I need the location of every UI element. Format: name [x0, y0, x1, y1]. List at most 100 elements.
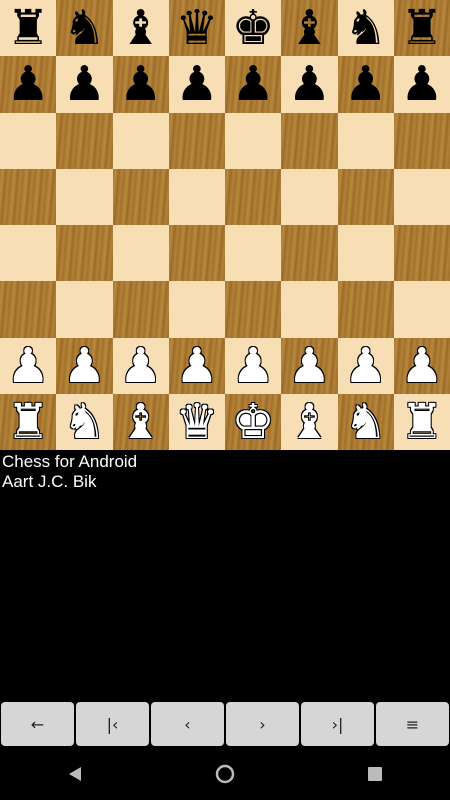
square-g6[interactable]: [337, 112, 394, 169]
square-b2[interactable]: ♟: [56, 337, 113, 394]
square-h2[interactable]: ♟: [393, 337, 450, 394]
black-rook-icon[interactable]: ♜: [400, 4, 443, 52]
square-b3[interactable]: [56, 281, 113, 338]
nav-back-button[interactable]: [55, 754, 95, 794]
white-queen-icon[interactable]: ♛: [175, 398, 218, 446]
black-knight-icon[interactable]: ♞: [344, 4, 387, 52]
square-c7[interactable]: ♟: [112, 56, 169, 113]
black-pawn-icon[interactable]: ♟: [119, 60, 162, 108]
white-knight-icon[interactable]: ♞: [63, 398, 106, 446]
square-d2[interactable]: ♟: [168, 337, 225, 394]
black-pawn-icon[interactable]: ♟: [7, 60, 50, 108]
square-g7[interactable]: ♟: [337, 56, 394, 113]
square-c4[interactable]: [112, 225, 169, 282]
white-king-icon[interactable]: ♚: [232, 398, 275, 446]
square-h8[interactable]: ♜: [393, 0, 450, 57]
white-pawn-icon[interactable]: ♟: [288, 342, 331, 390]
white-pawn-icon[interactable]: ♟: [344, 342, 387, 390]
square-h5[interactable]: [393, 168, 450, 225]
square-e6[interactable]: [225, 112, 282, 169]
square-d3[interactable]: [168, 281, 225, 338]
square-g2[interactable]: ♟: [337, 337, 394, 394]
first-move-button[interactable]: |‹: [76, 702, 149, 746]
square-d1[interactable]: ♛: [168, 393, 225, 450]
square-g3[interactable]: [337, 281, 394, 338]
square-f1[interactable]: ♝: [281, 393, 338, 450]
square-a6[interactable]: [0, 112, 57, 169]
square-a8[interactable]: ♜: [0, 0, 57, 57]
square-f3[interactable]: [281, 281, 338, 338]
square-b6[interactable]: [56, 112, 113, 169]
square-g4[interactable]: [337, 225, 394, 282]
black-queen-icon[interactable]: ♛: [175, 4, 218, 52]
square-h1[interactable]: ♜: [393, 393, 450, 450]
black-king-icon[interactable]: ♚: [232, 4, 275, 52]
black-bishop-icon[interactable]: ♝: [119, 4, 162, 52]
square-a3[interactable]: [0, 281, 57, 338]
white-bishop-icon[interactable]: ♝: [288, 398, 331, 446]
white-pawn-icon[interactable]: ♟: [7, 342, 50, 390]
square-e7[interactable]: ♟: [225, 56, 282, 113]
square-h4[interactable]: [393, 225, 450, 282]
back-arrow-button[interactable]: ←: [1, 702, 74, 746]
white-rook-icon[interactable]: ♜: [7, 398, 50, 446]
square-f4[interactable]: [281, 225, 338, 282]
white-pawn-icon[interactable]: ♟: [175, 342, 218, 390]
square-f2[interactable]: ♟: [281, 337, 338, 394]
nav-home-button[interactable]: [205, 754, 245, 794]
square-c8[interactable]: ♝: [112, 0, 169, 57]
black-rook-icon[interactable]: ♜: [7, 4, 50, 52]
square-b7[interactable]: ♟: [56, 56, 113, 113]
square-a2[interactable]: ♟: [0, 337, 57, 394]
white-pawn-icon[interactable]: ♟: [400, 342, 443, 390]
square-g1[interactable]: ♞: [337, 393, 394, 450]
nav-recents-button[interactable]: [355, 754, 395, 794]
white-rook-icon[interactable]: ♜: [400, 398, 443, 446]
black-bishop-icon[interactable]: ♝: [288, 4, 331, 52]
square-e8[interactable]: ♚: [225, 0, 282, 57]
black-pawn-icon[interactable]: ♟: [400, 60, 443, 108]
square-c1[interactable]: ♝: [112, 393, 169, 450]
square-g8[interactable]: ♞: [337, 0, 394, 57]
square-e3[interactable]: [225, 281, 282, 338]
square-f6[interactable]: [281, 112, 338, 169]
white-pawn-icon[interactable]: ♟: [119, 342, 162, 390]
square-a1[interactable]: ♜: [0, 393, 57, 450]
square-g5[interactable]: [337, 168, 394, 225]
square-e2[interactable]: ♟: [225, 337, 282, 394]
square-f7[interactable]: ♟: [281, 56, 338, 113]
black-pawn-icon[interactable]: ♟: [344, 60, 387, 108]
square-f8[interactable]: ♝: [281, 0, 338, 57]
white-pawn-icon[interactable]: ♟: [232, 342, 275, 390]
menu-button[interactable]: ≡: [376, 702, 449, 746]
square-b4[interactable]: [56, 225, 113, 282]
square-d5[interactable]: [168, 168, 225, 225]
chess-board[interactable]: ♜ ♞ ♝ ♛ ♚ ♝ ♞ ♜ ♟ ♟ ♟ ♟ ♟ ♟ ♟ ♟ ♟ ♟ ♟ ♟ ♟ ♟ ♟ ♟ ♜ ♞ ♝ ♛ ♚ ♝ ♞ ♜: [0, 0, 450, 450]
black-pawn-icon[interactable]: ♟: [175, 60, 218, 108]
black-knight-icon[interactable]: ♞: [63, 4, 106, 52]
square-e4[interactable]: [225, 225, 282, 282]
square-c5[interactable]: [112, 168, 169, 225]
square-b5[interactable]: [56, 168, 113, 225]
square-a5[interactable]: [0, 168, 57, 225]
white-knight-icon[interactable]: ♞: [344, 398, 387, 446]
square-h6[interactable]: [393, 112, 450, 169]
black-pawn-icon[interactable]: ♟: [288, 60, 331, 108]
square-d8[interactable]: ♛: [168, 0, 225, 57]
square-h3[interactable]: [393, 281, 450, 338]
black-pawn-icon[interactable]: ♟: [63, 60, 106, 108]
square-d7[interactable]: ♟: [168, 56, 225, 113]
square-a7[interactable]: ♟: [0, 56, 57, 113]
square-c3[interactable]: [112, 281, 169, 338]
white-bishop-icon[interactable]: ♝: [119, 398, 162, 446]
square-d4[interactable]: [168, 225, 225, 282]
square-e1[interactable]: ♚: [225, 393, 282, 450]
white-pawn-icon[interactable]: ♟: [63, 342, 106, 390]
last-move-button[interactable]: ›|: [301, 702, 374, 746]
square-f5[interactable]: [281, 168, 338, 225]
square-c2[interactable]: ♟: [112, 337, 169, 394]
next-move-button[interactable]: ›: [226, 702, 299, 746]
square-e5[interactable]: [225, 168, 282, 225]
previous-move-button[interactable]: ‹: [151, 702, 224, 746]
square-a4[interactable]: [0, 225, 57, 282]
